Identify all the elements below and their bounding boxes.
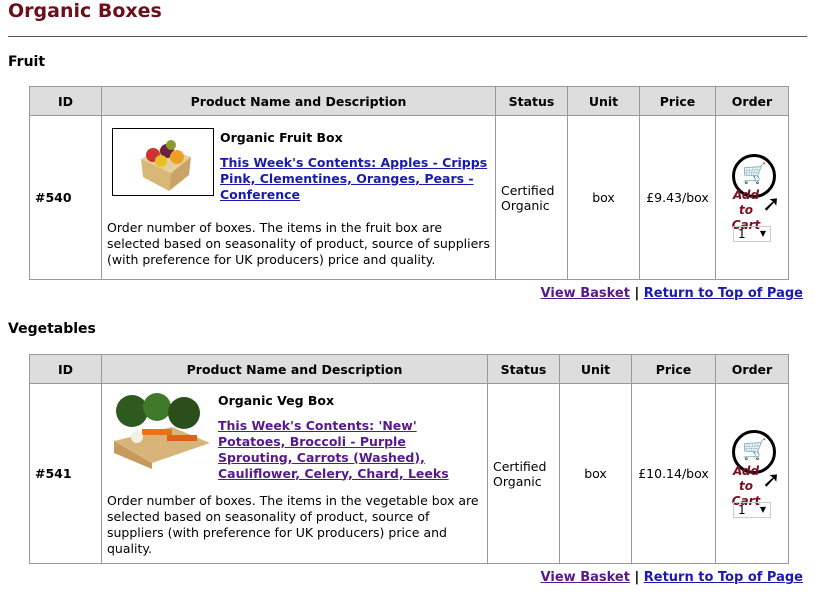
order-cell: 🛒 Add to Cart ➚ 1 ▼ — [715, 115, 789, 280]
cursor-arrow-icon: ➚ — [762, 191, 781, 217]
header-status: Status — [495, 86, 568, 116]
section-heading-fruit: Fruit — [8, 54, 46, 70]
chevron-down-icon: ▼ — [759, 228, 766, 238]
table-header-row: ID Product Name and Description Status U… — [29, 86, 789, 116]
header-status: Status — [487, 354, 560, 384]
table-header-row: ID Product Name and Description Status U… — [29, 354, 789, 384]
add-to-cart-button[interactable]: 🛒 Add to Cart ➚ — [722, 153, 782, 232]
return-to-top-link[interactable]: Return to Top of Page — [644, 570, 803, 585]
chevron-down-icon: ▼ — [759, 504, 766, 514]
veg-box-image[interactable] — [112, 390, 212, 469]
header-order: Order — [715, 86, 789, 116]
product-description: Order number of boxes. The items in the … — [107, 219, 490, 267]
product-price: £9.43/box — [639, 115, 716, 280]
contents-link[interactable]: This Week's Contents: 'New' Potatoes, Br… — [218, 418, 449, 481]
section-links: View Basket | Return to Top of Page — [540, 286, 803, 301]
order-cell: 🛒 Add to Cart ➚ 1 ▼ — [715, 383, 789, 564]
divider — [8, 36, 807, 37]
return-to-top-link[interactable]: Return to Top of Page — [644, 286, 803, 301]
fruit-box-image[interactable] — [112, 127, 214, 196]
section-heading-vegetables: Vegetables — [8, 321, 96, 337]
header-unit: Unit — [567, 86, 640, 116]
header-price: Price — [631, 354, 716, 384]
header-id: ID — [29, 354, 102, 384]
header-id: ID — [29, 86, 102, 116]
product-status: Certified Organic — [495, 115, 568, 280]
quantity-select[interactable]: 1 ▼ — [733, 225, 771, 242]
table-row: #541 Organic Veg Box This Week's Content… — [29, 383, 789, 564]
vegetables-table: ID Product Name and Description Status U… — [29, 354, 789, 564]
product-unit: box — [567, 115, 640, 280]
product-price: £10.14/box — [631, 383, 716, 564]
product-cell: Organic Veg Box This Week's Contents: 'N… — [101, 383, 488, 564]
header-product: Product Name and Description — [101, 354, 488, 384]
header-unit: Unit — [559, 354, 632, 384]
product-id: #541 — [29, 383, 102, 564]
add-to-cart-button[interactable]: 🛒 Add to Cart ➚ — [722, 429, 782, 508]
page-title: Organic Boxes — [8, 0, 162, 22]
cursor-arrow-icon: ➚ — [762, 467, 781, 493]
header-price: Price — [639, 86, 716, 116]
contents-link[interactable]: This Week's Contents: Apples - Cripps Pi… — [220, 155, 487, 202]
product-id: #540 — [29, 115, 102, 280]
product-status: Certified Organic — [487, 383, 560, 564]
product-description: Order number of boxes. The items in the … — [107, 492, 479, 556]
view-basket-link[interactable]: View Basket — [541, 286, 630, 301]
header-order: Order — [715, 354, 789, 384]
fruit-table: ID Product Name and Description Status U… — [29, 86, 789, 280]
product-unit: box — [559, 383, 632, 564]
section-links: View Basket | Return to Top of Page — [540, 570, 803, 585]
view-basket-link[interactable]: View Basket — [541, 570, 630, 585]
table-row: #540 Organic Fruit Box This Week's Conte… — [29, 115, 789, 280]
quantity-select[interactable]: 1 ▼ — [733, 501, 771, 518]
product-cell: Organic Fruit Box This Week's Contents: … — [101, 115, 496, 280]
header-product: Product Name and Description — [101, 86, 496, 116]
